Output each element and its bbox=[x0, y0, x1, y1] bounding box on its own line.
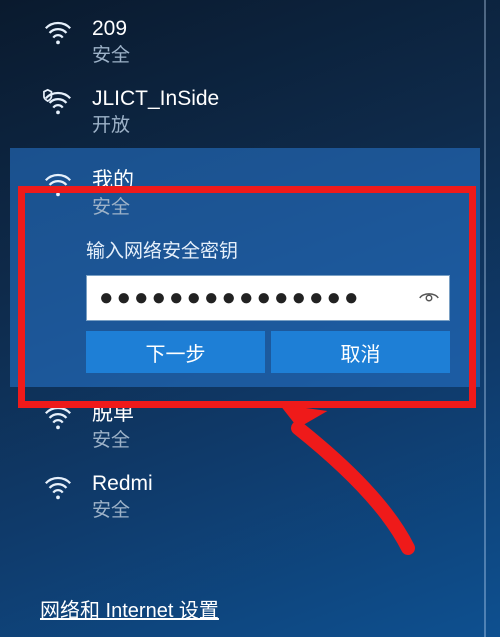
network-settings-link[interactable]: 网络和 Internet 设置 bbox=[40, 594, 219, 623]
wifi-icon bbox=[40, 14, 76, 50]
password-input[interactable] bbox=[86, 275, 450, 321]
network-name: 我的 bbox=[92, 168, 134, 194]
network-name: 脱单 bbox=[92, 401, 134, 427]
wifi-icon bbox=[40, 469, 76, 505]
network-item[interactable]: JLICT_InSide 开放 bbox=[0, 76, 490, 146]
network-item-selected: 我的 安全 输入网络安全密钥 下一步 取消 bbox=[10, 148, 480, 387]
network-status: 安全 bbox=[92, 44, 130, 68]
network-status: 开放 bbox=[92, 114, 219, 138]
network-name: 209 bbox=[92, 16, 130, 42]
network-item[interactable]: Redmi 安全 bbox=[0, 461, 490, 531]
network-item[interactable]: 脱单 安全 bbox=[0, 391, 490, 461]
wifi-icon bbox=[40, 166, 76, 202]
network-status: 安全 bbox=[92, 499, 153, 523]
network-item[interactable]: 我的 安全 bbox=[10, 158, 480, 228]
next-button[interactable]: 下一步 bbox=[86, 331, 265, 373]
wifi-open-icon bbox=[40, 84, 76, 120]
wifi-icon bbox=[40, 399, 76, 435]
show-password-icon[interactable] bbox=[414, 283, 444, 313]
password-prompt: 输入网络安全密钥 bbox=[86, 236, 450, 263]
network-name: JLICT_InSide bbox=[92, 86, 219, 112]
network-name: Redmi bbox=[92, 471, 153, 497]
panel-border-right bbox=[484, 0, 486, 637]
network-status: 安全 bbox=[92, 196, 134, 220]
network-item[interactable]: 209 安全 bbox=[0, 6, 490, 76]
cancel-button[interactable]: 取消 bbox=[271, 331, 450, 373]
connect-panel: 输入网络安全密钥 下一步 取消 bbox=[10, 228, 480, 373]
network-status: 安全 bbox=[92, 429, 134, 453]
wifi-flyout: 209 安全 JLICT_InSide 开放 bbox=[0, 0, 490, 637]
